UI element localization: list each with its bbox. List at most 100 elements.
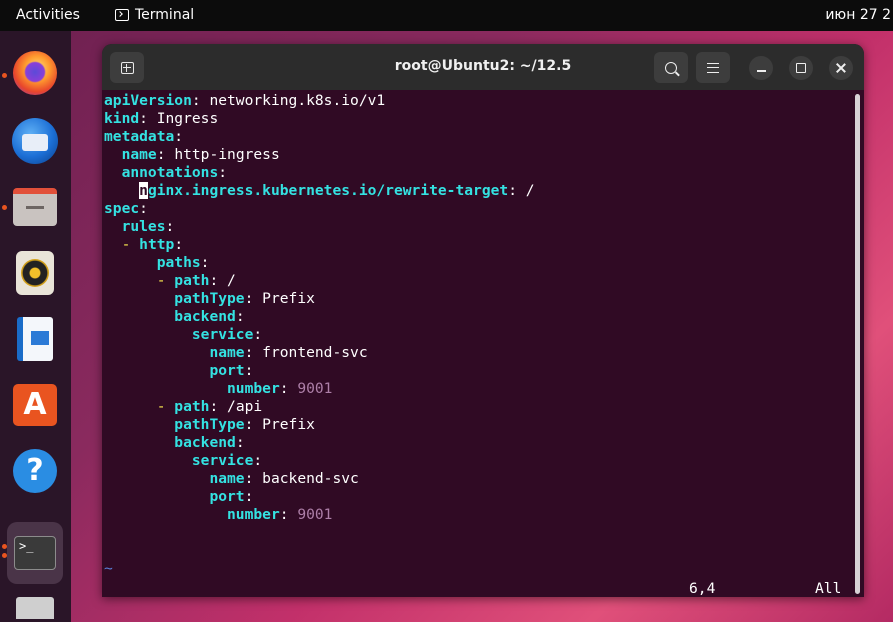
activities-button[interactable]: Activities bbox=[16, 7, 80, 23]
cursor-position: 6,4 bbox=[689, 580, 716, 597]
dock-item-thunderbird[interactable] bbox=[7, 113, 63, 169]
title-bar[interactable]: root@Ubuntu2: ~/12.5 bbox=[102, 44, 864, 90]
search-button[interactable] bbox=[654, 52, 688, 83]
dock-item-rhythmbox[interactable] bbox=[7, 245, 63, 301]
yaml-list-dash: - bbox=[121, 236, 140, 253]
yaml-value: frontend-svc bbox=[262, 344, 368, 361]
hamburger-menu-icon bbox=[707, 62, 719, 73]
yaml-key: path bbox=[174, 272, 210, 289]
minimize-icon bbox=[756, 70, 766, 72]
editor-line: port: bbox=[104, 488, 253, 506]
editor-line: service: bbox=[104, 452, 262, 470]
yaml-separator: : bbox=[235, 308, 245, 325]
yaml-separator: : bbox=[279, 506, 298, 523]
yaml-number: 9001 bbox=[297, 506, 333, 523]
yaml-separator: : bbox=[165, 218, 175, 235]
yaml-key: ginx.ingress.kubernetes.io/rewrite-targe… bbox=[147, 182, 509, 199]
dock-item-software[interactable]: A bbox=[7, 377, 63, 433]
vim-editor[interactable]: apiVersion: networking.k8s.io/v1 kind: In… bbox=[104, 92, 849, 597]
editor-line: number: 9001 bbox=[104, 380, 332, 398]
yaml-key: port bbox=[209, 488, 245, 505]
editor-line: pathType: Prefix bbox=[104, 290, 315, 308]
yaml-separator: : bbox=[191, 92, 210, 109]
yaml-key: pathType bbox=[174, 290, 245, 307]
editor-line: - http: bbox=[104, 236, 184, 254]
files-icon bbox=[13, 188, 57, 226]
yaml-value: / bbox=[227, 272, 236, 289]
yaml-separator: : bbox=[209, 398, 228, 415]
editor-line: annotations: bbox=[104, 164, 227, 182]
help-icon: ? bbox=[13, 449, 57, 493]
yaml-key: pathType bbox=[174, 416, 245, 433]
yaml-key: apiVersion bbox=[104, 92, 192, 109]
yaml-key: number bbox=[227, 380, 280, 397]
app-menu[interactable]: Terminal bbox=[115, 7, 194, 23]
yaml-key: annotations bbox=[121, 164, 219, 181]
editor-line: number: 9001 bbox=[104, 506, 332, 524]
yaml-key: service bbox=[191, 452, 254, 469]
yaml-key: service bbox=[191, 326, 254, 343]
yaml-separator: : bbox=[244, 488, 254, 505]
editor-line: backend: bbox=[104, 308, 245, 326]
yaml-number: 9001 bbox=[297, 380, 333, 397]
terminal-window: root@Ubuntu2: ~/12.5 apiVersion: network… bbox=[102, 44, 864, 597]
yaml-separator: : bbox=[244, 416, 263, 433]
minimize-button[interactable] bbox=[749, 56, 773, 80]
search-icon bbox=[665, 61, 677, 74]
editor-line: apiVersion: networking.k8s.io/v1 bbox=[104, 92, 385, 110]
clock[interactable]: июн 27 2 bbox=[825, 7, 891, 23]
editor-line: port: bbox=[104, 362, 253, 380]
close-button[interactable] bbox=[829, 56, 853, 80]
maximize-icon bbox=[796, 63, 806, 73]
top-bar: Activities Terminal июн 27 2 bbox=[0, 0, 893, 31]
yaml-separator: : bbox=[253, 326, 263, 343]
yaml-key: spec bbox=[104, 200, 140, 217]
yaml-key: name bbox=[121, 146, 157, 163]
yaml-value: backend-svc bbox=[262, 470, 359, 487]
editor-line: name: backend-svc bbox=[104, 470, 359, 488]
yaml-list-dash: - bbox=[156, 272, 175, 289]
yaml-separator: : bbox=[174, 236, 184, 253]
yaml-value: / bbox=[525, 182, 535, 199]
editor-line: paths: bbox=[104, 254, 210, 272]
scrollbar[interactable] bbox=[855, 94, 860, 594]
disk-icon bbox=[16, 597, 54, 619]
dock-item-disks[interactable] bbox=[7, 591, 63, 622]
yaml-list-dash: - bbox=[156, 398, 175, 415]
editor-line: metadata: bbox=[104, 128, 183, 146]
editor-line: nginx.ingress.kubernetes.io/rewrite-targ… bbox=[104, 182, 535, 200]
yaml-key: path bbox=[174, 398, 210, 415]
yaml-separator: : bbox=[244, 344, 263, 361]
rhythmbox-icon bbox=[16, 251, 54, 295]
editor-line: - path: / bbox=[104, 272, 236, 290]
terminal-icon bbox=[115, 9, 129, 21]
editor-line: name: frontend-svc bbox=[104, 344, 368, 362]
editor-line: service: bbox=[104, 326, 262, 344]
yaml-value: /api bbox=[227, 398, 263, 415]
yaml-separator: : bbox=[279, 380, 298, 397]
yaml-key: backend bbox=[174, 434, 236, 451]
yaml-value: networking.k8s.io/v1 bbox=[209, 92, 386, 109]
scroll-position: All bbox=[815, 580, 842, 597]
editor-line: name: http-ingress bbox=[104, 146, 280, 164]
writer-icon bbox=[17, 317, 53, 361]
dock-item-files[interactable] bbox=[7, 179, 63, 235]
editor-cursor: n bbox=[139, 182, 148, 199]
yaml-key: number bbox=[227, 506, 280, 523]
yaml-separator: : bbox=[244, 290, 263, 307]
yaml-key: metadata bbox=[104, 128, 175, 145]
yaml-key: paths bbox=[156, 254, 201, 271]
menu-button[interactable] bbox=[696, 52, 730, 83]
yaml-separator: : bbox=[218, 164, 228, 181]
app-menu-label: Terminal bbox=[135, 7, 195, 23]
dock-item-terminal[interactable]: >_ bbox=[7, 522, 63, 584]
dock-item-firefox[interactable] bbox=[7, 45, 63, 101]
dock-item-writer[interactable] bbox=[7, 311, 63, 367]
dock-item-help[interactable]: ? bbox=[7, 443, 63, 499]
maximize-button[interactable] bbox=[789, 56, 813, 80]
yaml-key: http bbox=[139, 236, 175, 253]
yaml-key: name bbox=[209, 344, 245, 361]
editor-line: rules: bbox=[104, 218, 175, 236]
yaml-key: name bbox=[209, 470, 245, 487]
yaml-key: rules bbox=[121, 218, 166, 235]
